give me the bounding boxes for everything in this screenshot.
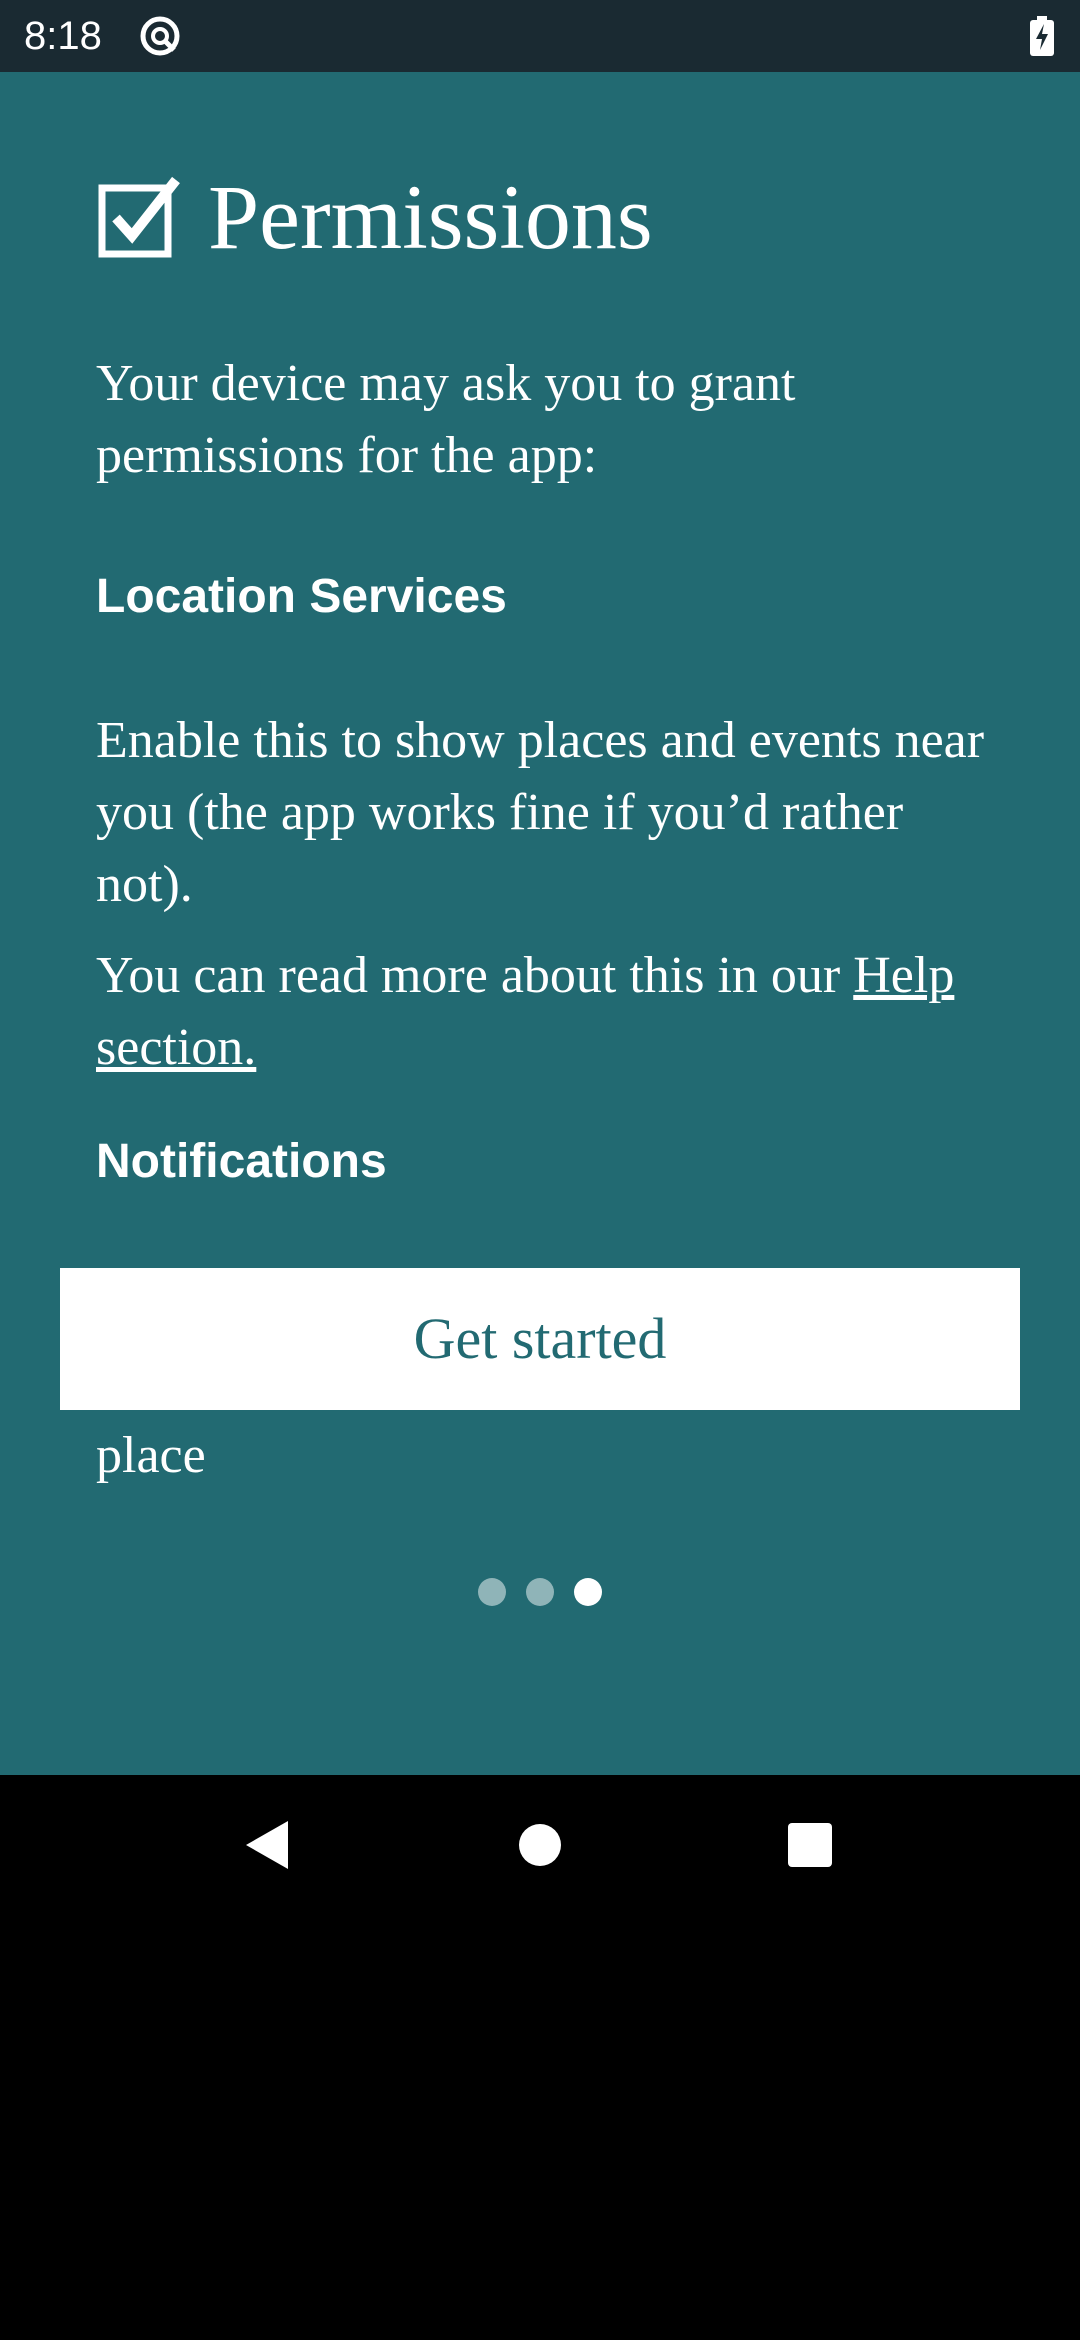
- location-services-heading: Location Services: [96, 570, 507, 623]
- intro-text: Your device may ask you to grant permiss…: [96, 355, 796, 484]
- recents-icon[interactable]: [770, 1805, 850, 1885]
- onboarding-page: Permissions Your device may ask you to g…: [0, 72, 1080, 1775]
- location-services-description: Enable this to show places and events ne…: [96, 712, 985, 913]
- page-indicator: [478, 1577, 602, 1607]
- notifications-description-partial: place: [96, 1427, 206, 1484]
- page-dot-2: [526, 1578, 554, 1606]
- page-dot-3-active: [574, 1578, 602, 1606]
- home-icon[interactable]: [500, 1805, 580, 1885]
- at-sign-icon: [140, 16, 180, 56]
- help-paragraph: You can read more about this in our Help…: [96, 940, 996, 1084]
- help-paragraph-text: You can read more about this in our: [96, 947, 854, 1004]
- checkbox-checked-icon: [98, 176, 180, 258]
- status-time: 8:18: [24, 14, 102, 58]
- title-row: Permissions: [96, 162, 653, 272]
- back-icon[interactable]: [228, 1805, 308, 1885]
- screen: 8:18 Permissions Your device may ask you…: [0, 0, 1080, 2340]
- status-bar: 8:18: [0, 0, 1080, 72]
- notifications-heading: Notifications: [96, 1135, 387, 1188]
- page-dot-1: [478, 1578, 506, 1606]
- battery-charging-icon: [1030, 16, 1054, 56]
- navigation-bar: [0, 1775, 1080, 1920]
- page-title: Permissions: [208, 166, 653, 268]
- get-started-button[interactable]: Get started: [60, 1268, 1020, 1410]
